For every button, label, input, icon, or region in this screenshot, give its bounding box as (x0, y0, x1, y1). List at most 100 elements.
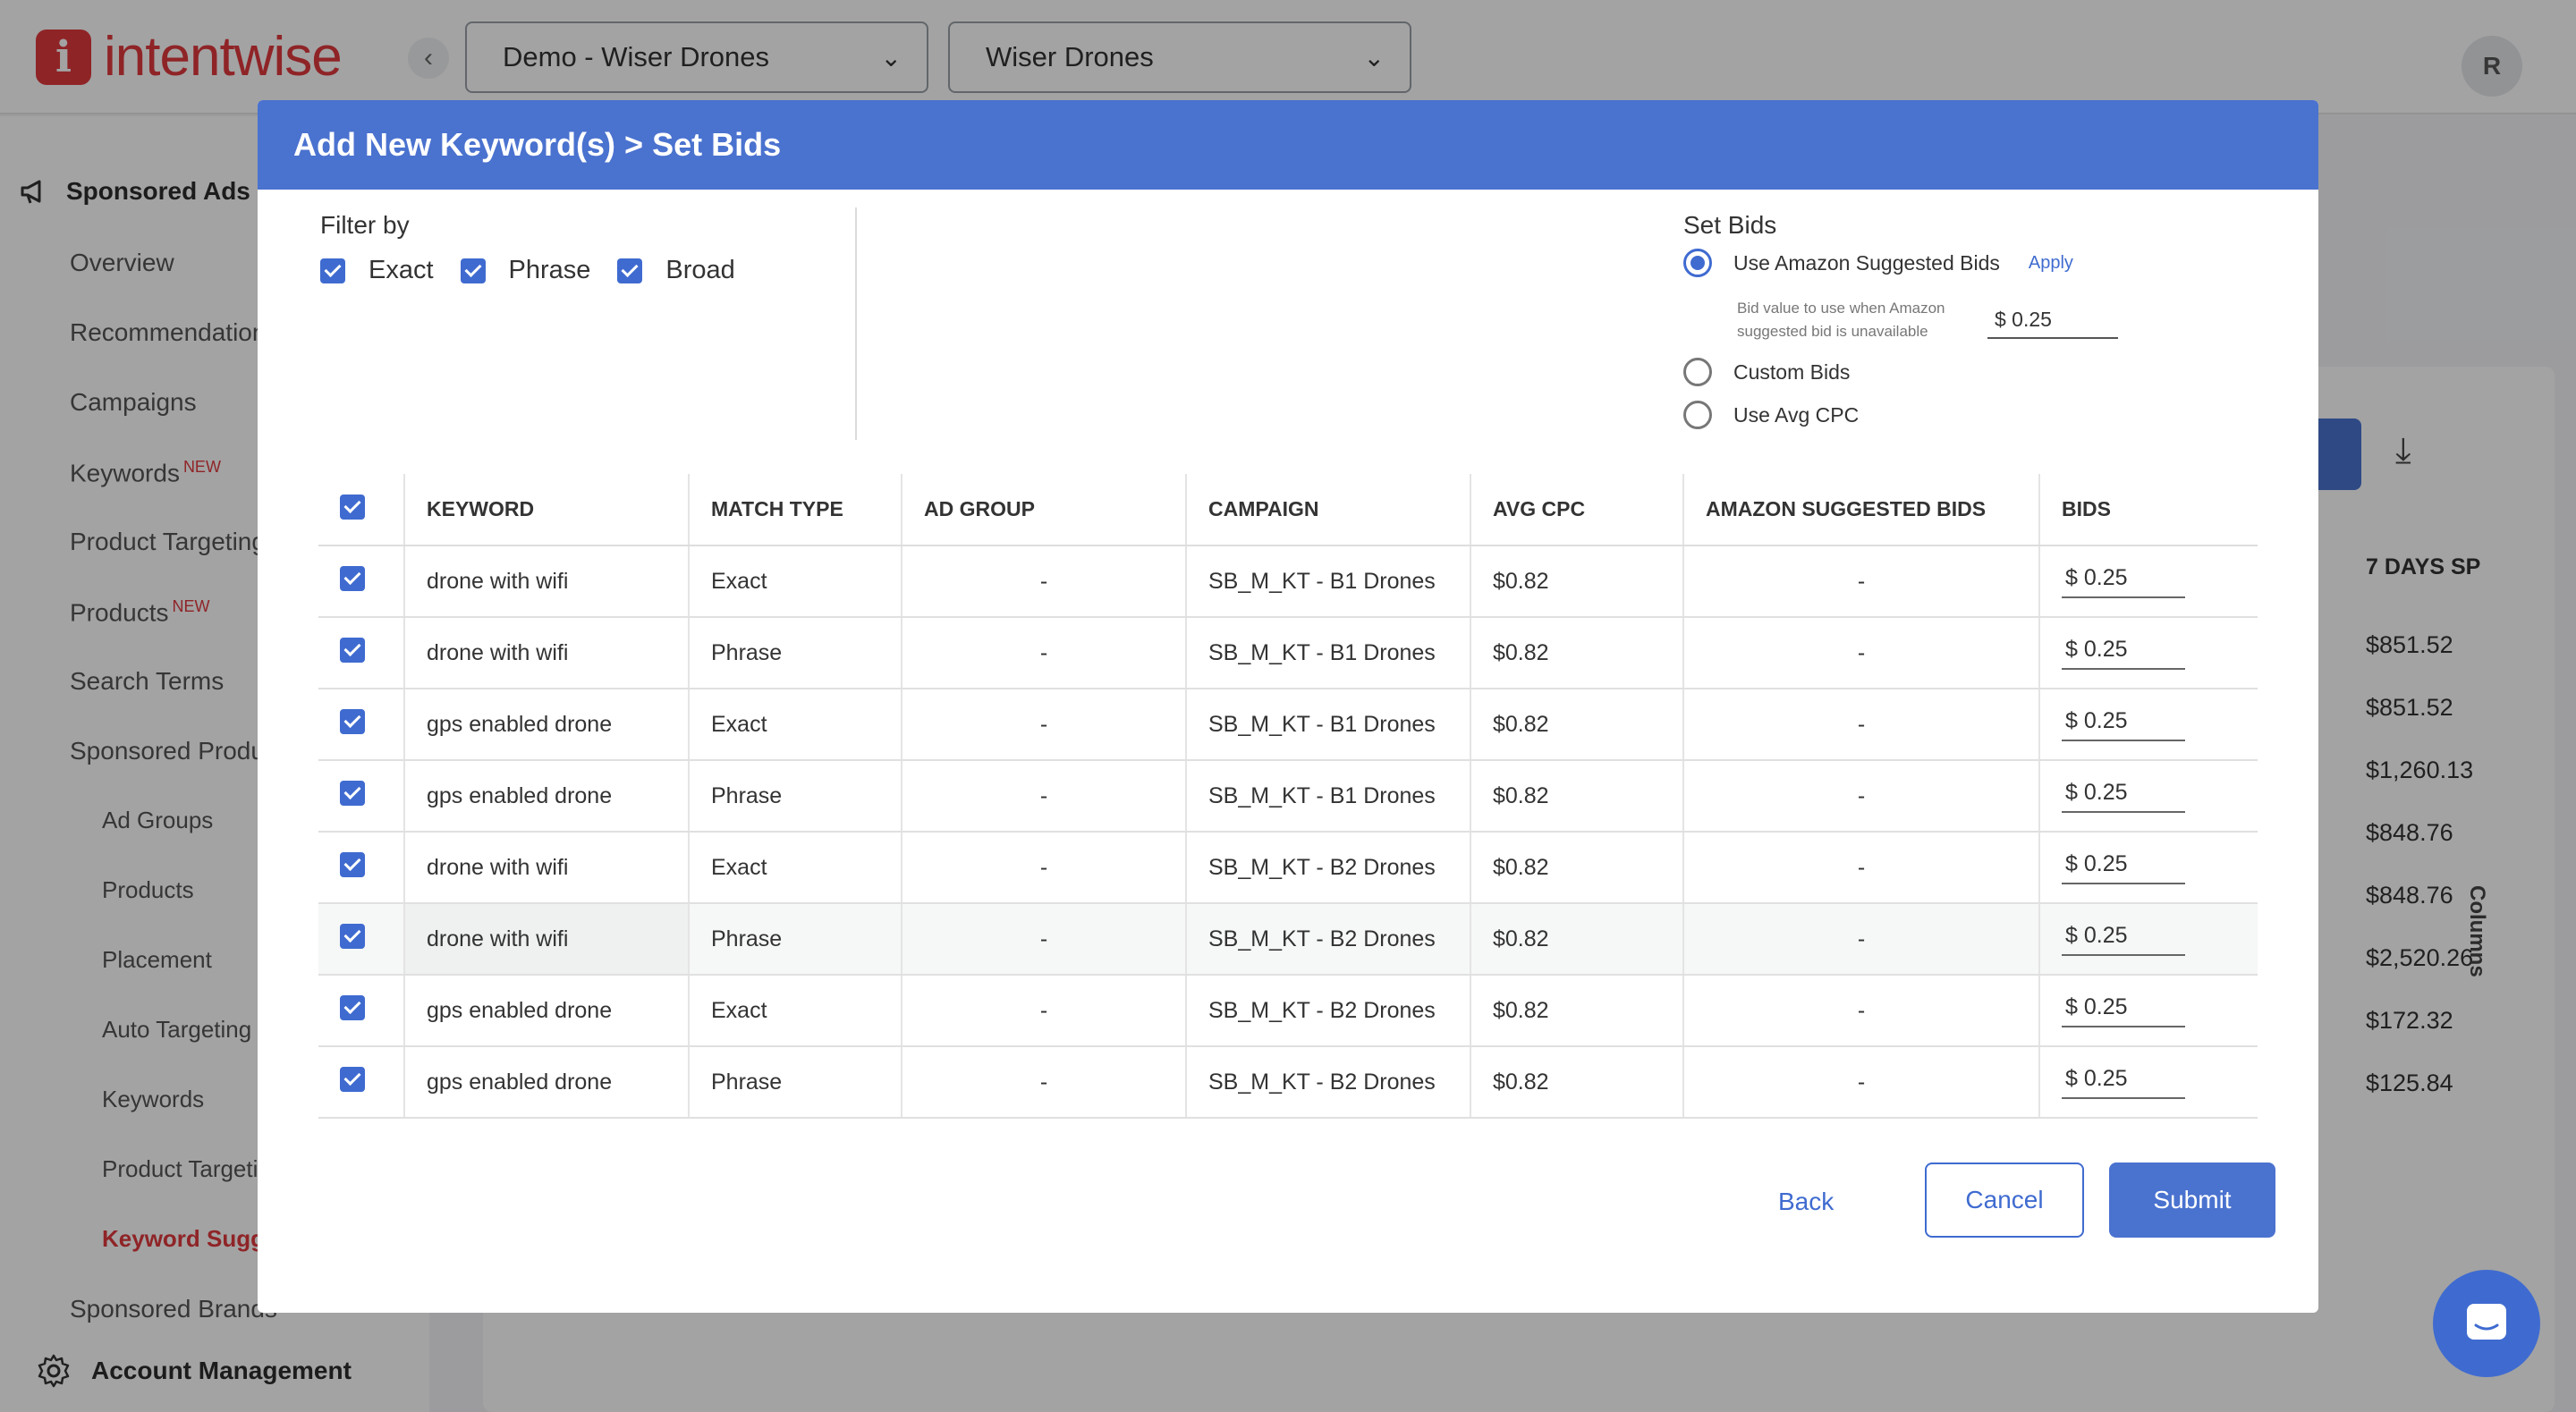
filter-phrase[interactable]: Phrase (460, 256, 591, 285)
row-checkbox-cell[interactable] (318, 545, 405, 618)
radio-label: Use Amazon Suggested Bids (1733, 250, 2000, 275)
table-row: drone with wifi Exact - SB_M_KT - B2 Drones… (318, 832, 2258, 904)
avg-cpc-cell: $0.82 (1470, 903, 1684, 976)
filter-label: Phrase (508, 256, 591, 284)
column-header[interactable]: AMAZON SUGGESTED BIDS (1683, 474, 2040, 546)
row-checkbox-cell[interactable] (318, 1046, 405, 1119)
column-header[interactable]: MATCH TYPE (689, 474, 902, 546)
campaign-cell: SB_M_KT - B1 Drones (1186, 689, 1471, 761)
column-header[interactable]: CAMPAIGN (1186, 474, 1471, 546)
match-cell: Exact (689, 545, 902, 618)
checkbox-checked-icon[interactable] (340, 851, 365, 877)
keyword-cell: gps enabled drone (404, 760, 690, 833)
set-bids-modal: Add New Keyword(s) > Set Bids Filter by … (258, 100, 2318, 1313)
bid-input[interactable]: $ 0.25 (2062, 565, 2185, 598)
column-header[interactable]: AVG CPC (1470, 474, 1684, 546)
avg-cpc-cell: $0.82 (1470, 975, 1684, 1047)
keyword-cell: drone with wifi (404, 617, 690, 689)
column-header[interactable]: AD GROUP (902, 474, 1187, 546)
keyword-cell: gps enabled drone (404, 1046, 690, 1119)
bid-input[interactable]: $ 0.25 (2062, 1066, 2185, 1099)
checkbox-checked-icon[interactable] (320, 258, 345, 283)
table-row: gps enabled drone Exact - SB_M_KT - B1 Dron… (318, 689, 2258, 761)
row-checkbox-cell[interactable] (318, 975, 405, 1047)
bid-input[interactable]: $ 0.25 (2062, 994, 2185, 1027)
filter-label: Broad (665, 256, 735, 284)
suggested-cell: - (1683, 903, 2040, 976)
column-header[interactable]: BIDS (2039, 474, 2258, 546)
avg-cpc-cell: $0.82 (1470, 689, 1684, 761)
checkbox-checked-icon[interactable] (340, 780, 365, 806)
radio-label: Use Avg CPC (1733, 402, 1860, 427)
radio-unselected-icon[interactable] (1683, 401, 1712, 429)
campaign-cell: SB_M_KT - B1 Drones (1186, 617, 1471, 689)
avg-cpc-cell: $0.82 (1470, 1046, 1684, 1119)
row-checkbox-cell[interactable] (318, 903, 405, 976)
match-cell: Exact (689, 689, 902, 761)
radio-label: Custom Bids (1733, 359, 1851, 384)
checkbox-checked-icon[interactable] (340, 923, 365, 949)
suggested-cell: - (1683, 760, 2040, 833)
radio-selected-icon[interactable] (1683, 249, 1712, 277)
match-cell: Exact (689, 975, 902, 1047)
modal-title: Add New Keyword(s) > Set Bids (258, 100, 2318, 190)
table-row: drone with wifi Exact - SB_M_KT - B1 Drones… (318, 545, 2258, 618)
row-checkbox-cell[interactable] (318, 760, 405, 833)
option-custom-bids[interactable]: Custom Bids (1683, 358, 1850, 386)
checkbox-checked-icon[interactable] (617, 258, 643, 283)
filter-broad[interactable]: Broad (617, 256, 735, 285)
match-cell: Phrase (689, 1046, 902, 1119)
keyword-cell: drone with wifi (404, 832, 690, 904)
row-checkbox-cell[interactable] (318, 832, 405, 904)
ad-group-cell: - (902, 1046, 1187, 1119)
submit-button[interactable]: Submit (2109, 1163, 2275, 1238)
checkbox-checked-icon[interactable] (340, 708, 365, 734)
table-row: gps enabled drone Phrase - SB_M_KT - B1 Dro… (318, 760, 2258, 833)
fallback-bid-input[interactable]: $ 0.25 (1987, 308, 2118, 339)
bid-input[interactable]: $ 0.25 (2062, 923, 2185, 956)
bids-cell: $ 0.25 (2039, 903, 2258, 976)
checkbox-checked-icon[interactable] (340, 994, 365, 1020)
keyword-cell: gps enabled drone (404, 975, 690, 1047)
avg-cpc-cell: $0.82 (1470, 832, 1684, 904)
bids-cell: $ 0.25 (2039, 689, 2258, 761)
radio-unselected-icon[interactable] (1683, 358, 1712, 386)
bid-input[interactable]: $ 0.25 (2062, 637, 2185, 670)
suggested-cell: - (1683, 975, 2040, 1047)
checkbox-checked-icon[interactable] (340, 565, 365, 591)
keyword-cell: drone with wifi (404, 545, 690, 618)
checkbox-checked-icon[interactable] (460, 258, 486, 283)
apply-link[interactable]: Apply (2029, 253, 2073, 274)
bid-input[interactable]: $ 0.25 (2062, 851, 2185, 884)
column-header[interactable]: KEYWORD (404, 474, 690, 546)
ad-group-cell: - (902, 975, 1187, 1047)
checkbox-checked-icon[interactable] (340, 637, 365, 663)
option-avg-cpc[interactable]: Use Avg CPC (1683, 401, 1859, 429)
table-row: gps enabled drone Exact - SB_M_KT - B2 Dron… (318, 975, 2258, 1047)
ad-group-cell: - (902, 832, 1187, 904)
divider (855, 207, 857, 440)
back-button[interactable]: Back (1778, 1188, 1834, 1216)
bids-cell: $ 0.25 (2039, 1046, 2258, 1119)
checkbox-checked-icon[interactable] (340, 1066, 365, 1092)
table-row: drone with wifi Phrase - SB_M_KT - B2 Drone… (318, 903, 2258, 976)
row-checkbox-cell[interactable] (318, 617, 405, 689)
chat-launcher[interactable] (2433, 1270, 2540, 1377)
bid-input[interactable]: $ 0.25 (2062, 708, 2185, 741)
select-all-checkbox[interactable] (318, 474, 405, 546)
filter-exact[interactable]: Exact (320, 256, 434, 285)
ad-group-cell: - (902, 689, 1187, 761)
keyword-cell: drone with wifi (404, 903, 690, 976)
campaign-cell: SB_M_KT - B2 Drones (1186, 832, 1471, 904)
checkbox-checked-icon[interactable] (340, 494, 365, 520)
table-row: gps enabled drone Phrase - SB_M_KT - B2 Dro… (318, 1046, 2258, 1119)
filter-by: Filter by Exact Phrase Broad (320, 211, 762, 285)
chat-icon (2467, 1304, 2506, 1340)
ad-group-cell: - (902, 545, 1187, 618)
row-checkbox-cell[interactable] (318, 689, 405, 761)
cancel-button[interactable]: Cancel (1925, 1163, 2084, 1238)
bid-input[interactable]: $ 0.25 (2062, 780, 2185, 813)
suggested-cell: - (1683, 832, 2040, 904)
ad-group-cell: - (902, 903, 1187, 976)
option-amazon-suggested[interactable]: Use Amazon Suggested Bids Apply (1683, 249, 2073, 277)
